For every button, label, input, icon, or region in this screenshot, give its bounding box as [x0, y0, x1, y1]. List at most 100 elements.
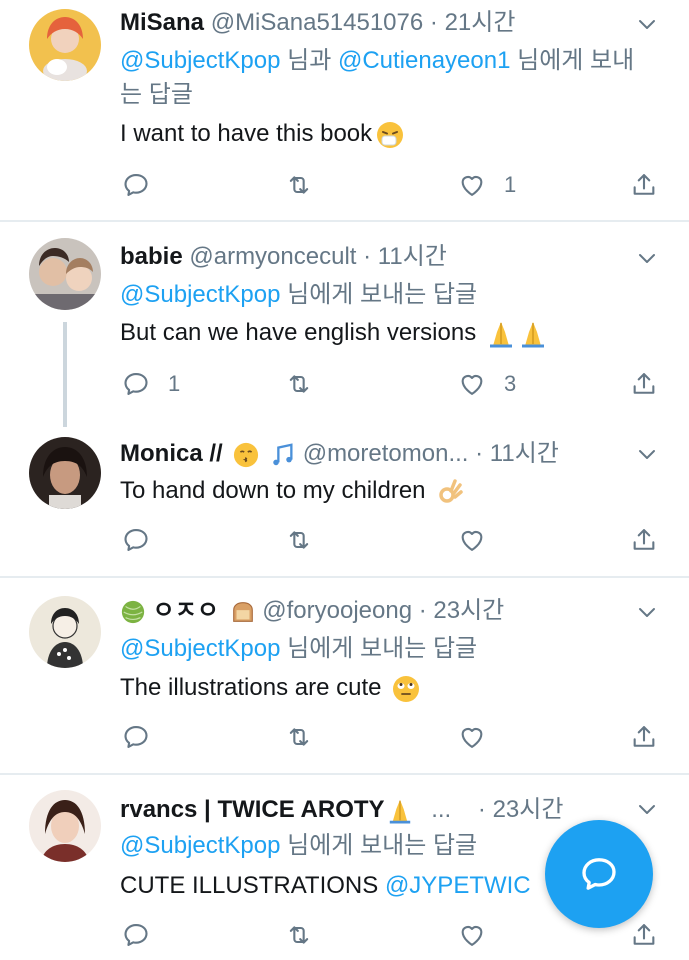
share-icon — [630, 723, 658, 751]
display-name[interactable]: babie — [120, 243, 183, 270]
melon-emoji-icon — [121, 600, 145, 623]
reply-button[interactable] — [122, 525, 168, 555]
tweet-header: ㅇㅈㅇ @foryoojeong · 23시간 — [120, 596, 649, 626]
tweet-header: MiSana @MiSana51451076 · 21시간 — [120, 8, 649, 38]
like-button[interactable] — [458, 920, 504, 950]
mention-link[interactable]: @Cutienayeon1 — [338, 47, 510, 74]
separator-dot: · — [418, 597, 427, 624]
avatar[interactable] — [29, 9, 101, 81]
retweet-button[interactable] — [285, 525, 331, 555]
tweet[interactable]: Monica // @moretomon... · 11시간 To hand d… — [0, 422, 689, 577]
like-button[interactable] — [458, 722, 504, 752]
tweet-actions — [120, 722, 660, 752]
reply-icon — [122, 171, 150, 199]
retweet-button[interactable] — [285, 920, 331, 950]
avatar[interactable] — [29, 790, 101, 862]
timestamp[interactable]: 21시간 — [445, 9, 516, 36]
share-icon — [630, 171, 658, 199]
chevron-down-icon[interactable] — [635, 12, 659, 36]
avatar[interactable] — [29, 437, 101, 509]
tweet-text: To hand down to my children — [120, 475, 649, 507]
reply-button[interactable] — [122, 170, 168, 200]
user-handle[interactable]: @foryoojeong — [262, 597, 412, 624]
separator-dot: · — [363, 243, 372, 270]
reply-icon — [122, 723, 150, 751]
folded-hands-emoji-icon — [521, 321, 544, 348]
tweet-actions: 1 — [120, 170, 660, 200]
ok-hand-emoji-icon — [439, 478, 463, 503]
music-notes-emoji-icon — [273, 443, 293, 465]
compose-reply-icon — [582, 858, 616, 890]
timestamp[interactable]: 23시간 — [493, 796, 564, 823]
display-name[interactable]: ㅇㅈㅇ — [153, 597, 219, 624]
retweet-icon — [285, 171, 313, 199]
timestamp[interactable]: 23시간 — [433, 597, 504, 624]
share-button[interactable] — [630, 722, 658, 752]
tweet-actions — [120, 525, 660, 555]
heart-icon — [458, 171, 486, 199]
separator-dot: · — [475, 440, 484, 467]
retweet-button[interactable] — [285, 170, 331, 200]
share-button[interactable] — [630, 369, 658, 399]
share-button[interactable] — [630, 920, 658, 950]
chevron-down-icon[interactable] — [635, 797, 659, 821]
tweet-text: I want to have this book — [120, 118, 649, 150]
heart-icon — [458, 921, 486, 949]
share-button[interactable] — [630, 170, 658, 200]
user-handle[interactable]: @MiSana51451076 — [211, 9, 424, 36]
reply-button[interactable]: 1 — [122, 369, 180, 399]
chevron-down-icon[interactable] — [635, 442, 659, 466]
folded-hands-emoji-icon — [489, 321, 512, 348]
tweet[interactable]: babie @armyoncecult · 11시간 @SubjectKpop … — [0, 222, 689, 427]
share-icon — [630, 921, 658, 949]
like-button[interactable]: 1 — [458, 170, 516, 200]
user-handle[interactable]: @armyoncecult — [189, 243, 356, 270]
like-button[interactable]: 3 — [458, 369, 516, 399]
thread-connector-line — [63, 322, 67, 427]
display-name[interactable]: rvancs | TWICE AROTY — [120, 796, 385, 823]
tweet-text: But can we have english versions — [120, 317, 649, 349]
heart-icon — [458, 723, 486, 751]
display-name[interactable]: MiSana — [120, 9, 204, 36]
like-button[interactable] — [458, 525, 504, 555]
compose-reply-button[interactable] — [545, 820, 653, 928]
mention-link[interactable]: @JYPETWIC — [385, 872, 531, 899]
mention-link[interactable]: @SubjectKpop — [120, 281, 280, 308]
reply-context: @SubjectKpop 님과 @Cutienayeon1 님에게 보내는 답글 — [120, 47, 635, 108]
chevron-down-icon[interactable] — [635, 246, 659, 270]
kissing-face-emoji-icon — [234, 442, 259, 467]
separator-dot: · — [429, 9, 438, 36]
retweet-button[interactable] — [285, 722, 331, 752]
timestamp[interactable]: 11시간 — [490, 440, 559, 467]
chevron-down-icon[interactable] — [635, 600, 659, 624]
tweet[interactable]: MiSana @MiSana51451076 · 21시간 @SubjectKp… — [0, 0, 689, 220]
reply-icon — [122, 921, 150, 949]
retweet-icon — [285, 723, 313, 751]
reply-context: @SubjectKpop 님에게 보내는 답글 — [120, 281, 478, 308]
avatar[interactable] — [29, 238, 101, 310]
eye-roll-face-emoji-icon — [393, 675, 420, 702]
reply-icon — [122, 526, 150, 554]
folded-hands-emoji-icon — [389, 799, 410, 824]
tweet[interactable]: ㅇㅈㅇ @foryoojeong · 23시간 @SubjectKpop 님에게… — [0, 578, 689, 774]
tweet-text: The illustrations are cute — [120, 672, 649, 704]
mention-link[interactable]: @SubjectKpop — [120, 832, 280, 859]
display-name[interactable]: Monica // — [120, 440, 223, 467]
reply-icon — [122, 370, 150, 398]
user-handle[interactable]: @moretomon... — [303, 440, 469, 467]
reply-button[interactable] — [122, 920, 168, 950]
user-handle[interactable]: ... — [431, 796, 451, 823]
avatar[interactable] — [29, 596, 101, 668]
sneezing-face-emoji-icon — [377, 121, 404, 148]
tweet-actions: 1 3 — [120, 369, 660, 399]
retweet-icon — [285, 921, 313, 949]
reply-button[interactable] — [122, 722, 168, 752]
retweet-icon — [285, 370, 313, 398]
mention-link[interactable]: @SubjectKpop — [120, 635, 280, 662]
tweet-header: babie @armyoncecult · 11시간 — [120, 242, 649, 272]
retweet-button[interactable] — [285, 369, 331, 399]
share-button[interactable] — [630, 525, 658, 555]
bread-emoji-icon — [232, 601, 253, 622]
mention-link[interactable]: @SubjectKpop — [120, 47, 280, 74]
timestamp[interactable]: 11시간 — [378, 243, 447, 270]
